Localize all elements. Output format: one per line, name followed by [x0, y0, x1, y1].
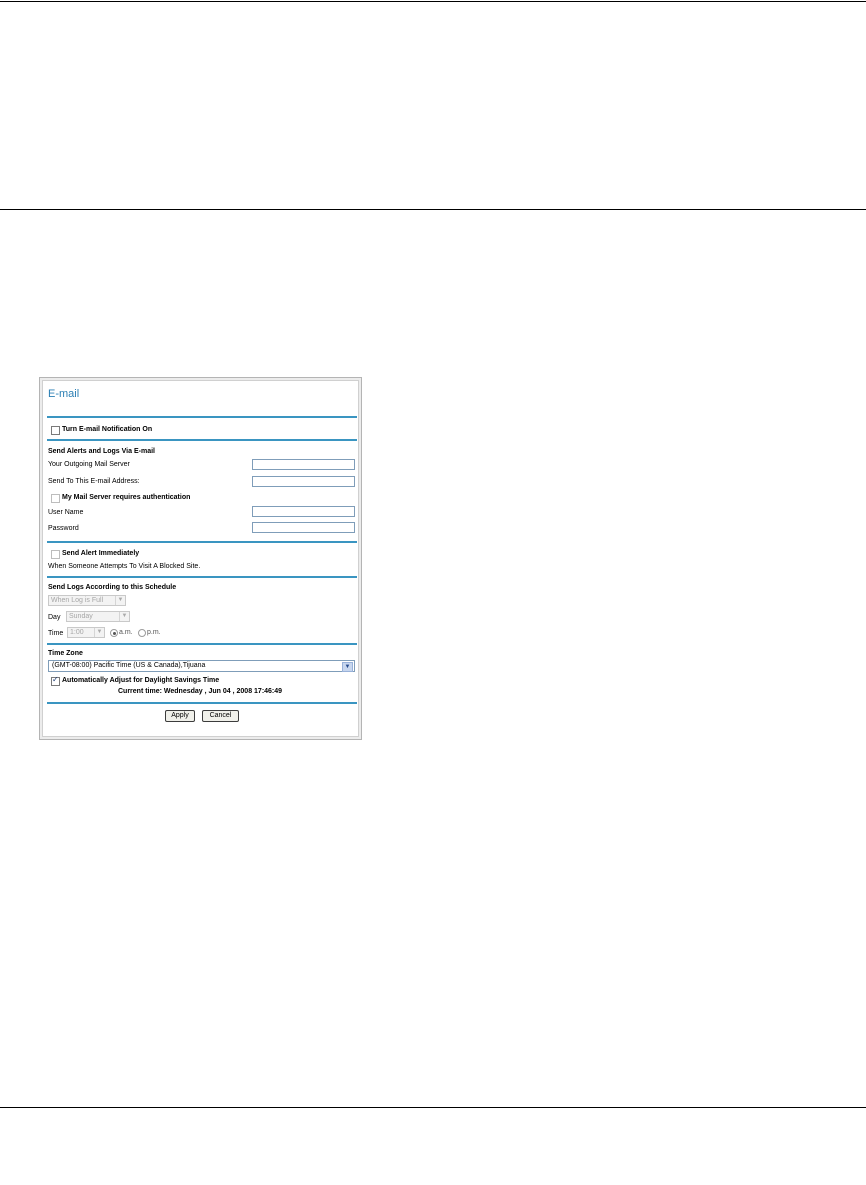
- send-to-label: Send To This E-mail Address:: [48, 478, 140, 485]
- time-label: Time: [48, 630, 64, 637]
- divider: [47, 541, 357, 543]
- am-label: a.m.: [119, 629, 133, 636]
- email-notification-label: Turn E-mail Notification On: [62, 426, 153, 433]
- time-value: 1:00: [70, 629, 84, 636]
- apply-button[interactable]: Apply: [165, 710, 195, 722]
- frequency-select[interactable]: When Log is Full ▼: [48, 595, 126, 606]
- cancel-button[interactable]: Cancel: [202, 710, 239, 722]
- dst-label: Automatically Adjust for Daylight Saving…: [62, 677, 220, 684]
- top-rule: [0, 1, 866, 2]
- timezone-select[interactable]: (GMT-08:00) Pacific Time (US & Canada),T…: [48, 660, 355, 672]
- frequency-value: When Log is Full: [51, 597, 104, 604]
- header-rule: [0, 209, 866, 210]
- day-value: Sunday: [69, 613, 93, 620]
- username-label: User Name: [48, 509, 84, 516]
- dst-checkbox[interactable]: [51, 675, 60, 686]
- send-alerts-heading: Send Alerts and Logs Via E-mail: [48, 448, 155, 455]
- divider: [47, 416, 357, 418]
- divider: [47, 643, 357, 645]
- send-alert-checkbox[interactable]: [51, 550, 60, 559]
- footer-rule: [0, 1107, 866, 1108]
- current-time: Current time: Wednesday , Jun 04 , 2008 …: [118, 688, 283, 695]
- chevron-down-icon: ▼: [119, 612, 129, 621]
- password-label: Password: [48, 525, 79, 532]
- chevron-down-icon: ▼: [115, 596, 125, 605]
- day-label: Day: [48, 614, 61, 621]
- auth-label: My Mail Server requires authentication: [62, 494, 191, 501]
- am-radio[interactable]: [110, 629, 118, 637]
- email-notification-checkbox[interactable]: [51, 426, 60, 435]
- auth-checkbox[interactable]: [51, 494, 60, 503]
- dialog-title: E-mail: [48, 388, 80, 400]
- send-to-email-input[interactable]: [252, 476, 355, 487]
- day-select[interactable]: Sunday ▼: [66, 611, 130, 622]
- divider: [47, 576, 357, 578]
- timezone-value: (GMT-08:00) Pacific Time (US & Canada),T…: [52, 662, 206, 669]
- pm-label: p.m.: [147, 629, 161, 636]
- outgoing-server-label: Your Outgoing Mail Server: [48, 461, 130, 468]
- username-input[interactable]: [252, 506, 355, 517]
- outgoing-server-input[interactable]: [252, 459, 355, 470]
- timezone-heading: Time Zone: [48, 650, 83, 657]
- alert-description: When Someone Attempts To Visit A Blocked…: [48, 563, 201, 570]
- send-alert-label: Send Alert Immediately: [62, 550, 140, 557]
- time-select[interactable]: 1:00 ▼: [67, 627, 105, 638]
- pm-radio[interactable]: [138, 629, 146, 637]
- schedule-heading: Send Logs According to this Schedule: [48, 584, 177, 591]
- chevron-down-icon: ▼: [342, 662, 353, 672]
- divider: [47, 439, 357, 441]
- password-input[interactable]: [252, 522, 355, 533]
- chevron-down-icon: ▼: [94, 628, 104, 637]
- email-settings-dialog: E-mail Turn E-mail Notification On Send …: [39, 377, 362, 740]
- divider: [47, 702, 357, 704]
